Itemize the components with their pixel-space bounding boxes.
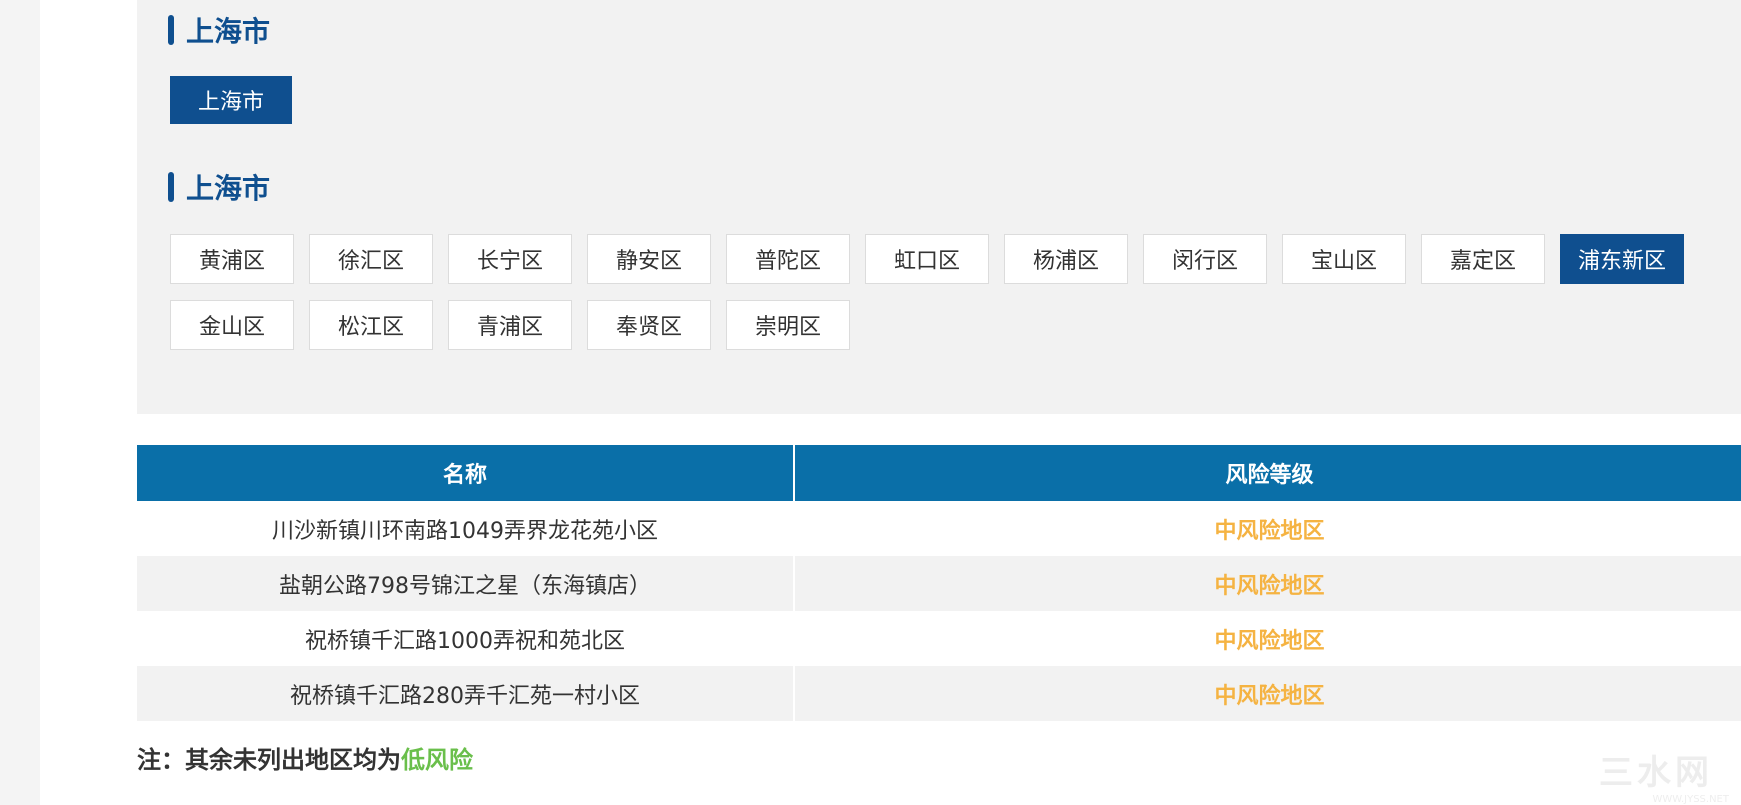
risk-level-cell: 中风险地区 <box>793 501 1741 556</box>
area-name-cell: 川沙新镇川环南路1049弄界龙花苑小区 <box>137 501 794 556</box>
risk-area-table: 名称 风险等级 川沙新镇川环南路1049弄界龙花苑小区 中风险地区 盐朝公路798号… <box>137 445 1741 721</box>
watermark-main: 三水网 <box>1599 753 1713 793</box>
area-name-cell: 祝桥镇千汇路280弄千汇苑一村小区 <box>137 666 794 721</box>
district-chip[interactable]: 长宁区 <box>448 234 572 284</box>
risk-level-cell: 中风险地区 <box>793 666 1741 721</box>
district-chip[interactable]: 金山区 <box>170 300 294 350</box>
city-title-text: 上海市 <box>186 172 271 205</box>
title-accent-bar <box>168 172 174 202</box>
watermark-sub: WWW.JYSS.NET <box>1652 794 1729 805</box>
district-chip[interactable]: 闵行区 <box>1143 234 1267 284</box>
risk-level-cell: 中风险地区 <box>793 611 1741 666</box>
table-row: 祝桥镇千汇路280弄千汇苑一村小区 中风险地区 <box>137 666 1741 721</box>
area-name-cell: 盐朝公路798号锦江之星（东海镇店） <box>137 556 794 611</box>
district-chip[interactable]: 松江区 <box>309 300 433 350</box>
column-header-name: 名称 <box>137 445 794 501</box>
district-chip[interactable]: 黄浦区 <box>170 234 294 284</box>
district-chip[interactable]: 浦东新区 <box>1560 234 1684 284</box>
district-grid: 黄浦区 徐汇区 长宁区 静安区 普陀区 虹口区 杨浦区 闵行区 宝山区 嘉定区 浦东新区金山区 松江区… <box>170 234 1710 350</box>
city-section-title: 上海市 <box>168 172 270 205</box>
district-chip[interactable]: 徐汇区 <box>309 234 433 284</box>
district-chip[interactable]: 奉贤区 <box>587 300 711 350</box>
province-title-text: 上海市 <box>186 15 271 48</box>
note-text: 注：其余未列出地区均为 低风险 <box>137 740 473 774</box>
district-chip[interactable]: 嘉定区 <box>1421 234 1545 284</box>
table-row: 川沙新镇川环南路1049弄界龙花苑小区 中风险地区 <box>137 501 1741 556</box>
city-chip-shanghai[interactable]: 上海市 <box>170 76 292 124</box>
district-chip[interactable]: 虹口区 <box>865 234 989 284</box>
district-chip[interactable]: 崇明区 <box>726 300 850 350</box>
table-header-row: 名称 风险等级 <box>137 445 1741 501</box>
district-chip[interactable]: 普陀区 <box>726 234 850 284</box>
table-row: 盐朝公路798号锦江之星（东海镇店） 中风险地区 <box>137 556 1741 611</box>
district-chip[interactable]: 静安区 <box>587 234 711 284</box>
district-chip[interactable]: 宝山区 <box>1282 234 1406 284</box>
title-accent-bar <box>168 15 174 45</box>
area-name-cell: 祝桥镇千汇路1000弄祝和苑北区 <box>137 611 794 666</box>
watermark-logo: 三水网 WWW.JYSS.NET <box>1599 745 1729 805</box>
note-low-risk: 低风险 <box>401 745 473 774</box>
district-chip[interactable]: 青浦区 <box>448 300 572 350</box>
table-row: 祝桥镇千汇路1000弄祝和苑北区 中风险地区 <box>137 611 1741 666</box>
page: 上海市 上海市 上海市 黄浦区 徐汇区 长宁区 静安区 普陀区 虹口区 杨浦区 闵行区 宝山区嘉… <box>40 0 1741 805</box>
risk-level-cell: 中风险地区 <box>793 556 1741 611</box>
province-section-title: 上海市 <box>168 15 270 48</box>
note-prefix: 注：其余未列出地区均为 <box>137 745 401 774</box>
district-chip[interactable]: 杨浦区 <box>1004 234 1128 284</box>
column-header-risk-level: 风险等级 <box>793 445 1741 501</box>
region-filter-panel: 上海市 上海市 上海市 黄浦区 徐汇区 长宁区 静安区 普陀区 虹口区 杨浦区 闵行区 宝山区嘉… <box>137 0 1741 414</box>
